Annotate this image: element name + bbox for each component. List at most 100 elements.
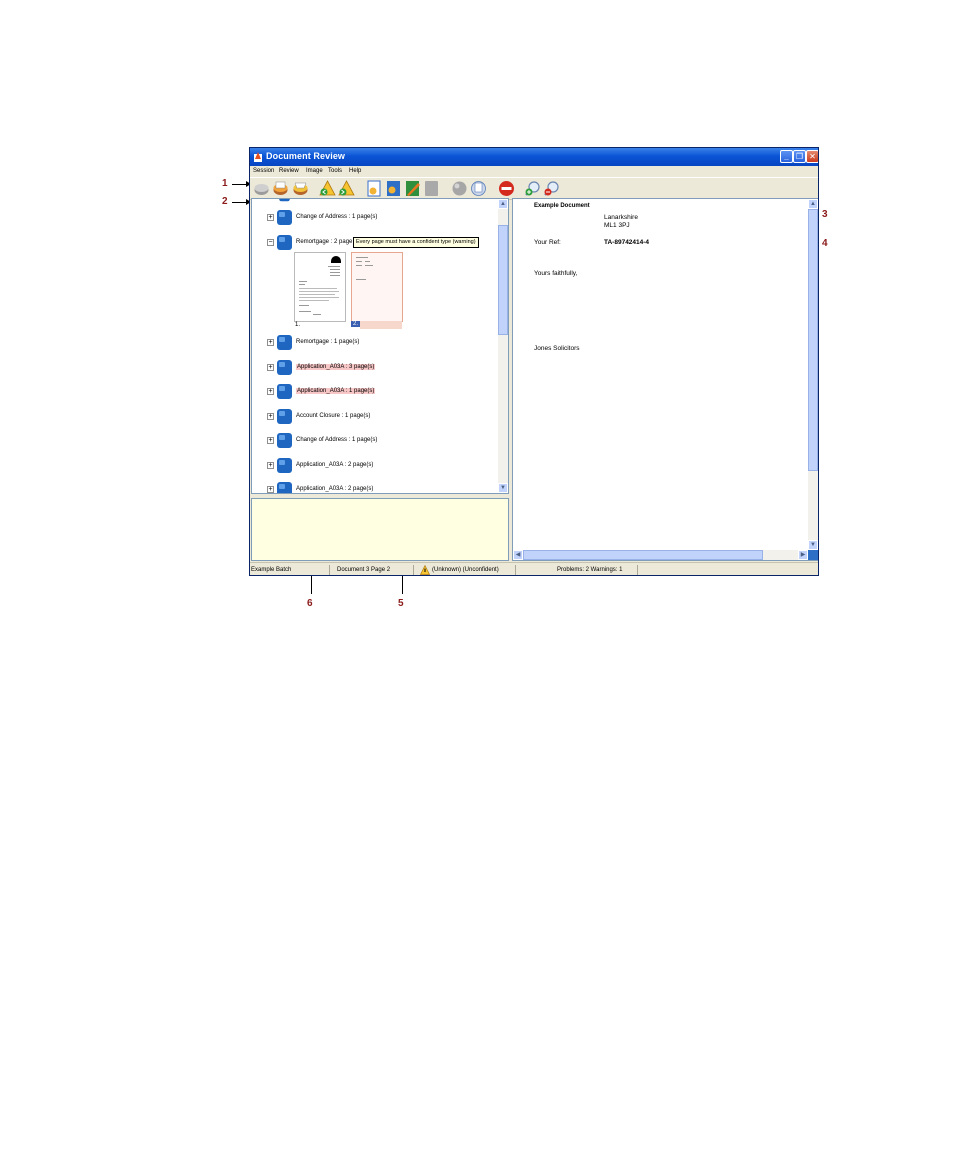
status-problem-summary: Problems: 2 Warnings: 1 (557, 567, 623, 573)
tree-node-label: Remortgage : 1 page(s) (296, 339, 360, 345)
expand-icon[interactable]: + (267, 339, 274, 346)
callout-5: 5 (398, 598, 404, 609)
page-thumbnail-1[interactable] (294, 252, 346, 322)
expand-icon[interactable]: + (267, 214, 274, 221)
callout-6: 6 (307, 598, 313, 609)
expand-icon[interactable]: + (267, 462, 274, 469)
status-separator (413, 565, 414, 575)
status-batch-name: Example Batch (251, 567, 292, 573)
menu-tools[interactable]: Tools (328, 168, 342, 174)
next-problem-icon[interactable] (338, 180, 355, 197)
reject-icon[interactable] (498, 180, 515, 197)
status-separator (329, 565, 330, 575)
edit-document-icon[interactable] (404, 180, 421, 197)
open-batch-icon[interactable] (253, 180, 270, 197)
scrollbar-thumb[interactable] (523, 550, 763, 560)
expand-icon[interactable]: + (267, 364, 274, 371)
scroll-corner (808, 550, 818, 560)
merge-icon[interactable] (423, 180, 440, 197)
closing-text: Yours faithfully, (534, 270, 578, 277)
tree-node-problem[interactable]: + Application_A03A : 3 page(s) (252, 359, 492, 377)
tree-node[interactable]: + Application_A03A : 2 page(s) (252, 457, 492, 475)
callout-3: 3 (822, 209, 828, 220)
thumbnail-caption-selected: 2. (351, 321, 361, 327)
reference-label: Your Ref: (534, 239, 561, 246)
scroll-right-button[interactable]: ▶ (798, 550, 808, 560)
viewer-vertical-scrollbar[interactable]: ▲ ▼ (808, 199, 818, 550)
document-icon (277, 433, 292, 448)
callout-1: 1 (222, 178, 228, 189)
document-icon (277, 458, 292, 473)
document-heading: Example Document (534, 203, 590, 209)
expand-icon[interactable]: + (267, 486, 274, 493)
tree-vertical-scrollbar[interactable]: ▲ ▼ (498, 199, 508, 493)
tree-node[interactable]: + Remortgage : 1 page(s) (252, 334, 492, 352)
toolbar (250, 177, 818, 200)
zoom-in-icon[interactable] (524, 180, 541, 197)
menu-help[interactable]: Help (349, 168, 361, 174)
expand-icon[interactable]: + (267, 388, 274, 395)
tree-node-problem[interactable]: + Application_A03A : 1 page(s) (252, 383, 492, 401)
document-properties-icon[interactable] (366, 180, 383, 197)
save-batch-icon[interactable] (272, 180, 289, 197)
app-icon (254, 152, 262, 162)
tree-node-label: Change of Address : 1 page(s) (296, 437, 378, 443)
thumbnail-caption: 1. (295, 322, 301, 328)
menu-review[interactable]: Review (279, 168, 299, 174)
tree-node[interactable]: + Account Closure : 1 page(s) (252, 408, 492, 426)
signature-text: Jones Solicitors (534, 345, 580, 352)
problems-notes-pane[interactable] (251, 498, 509, 561)
scrollbar-thumb[interactable] (808, 209, 818, 471)
selection-highlight (360, 321, 402, 329)
scroll-left-button[interactable]: ◀ (513, 550, 523, 560)
document-image-viewer[interactable]: Example Document Lanarkshire ML1 3PJ You… (512, 198, 818, 561)
expand-icon[interactable]: + (267, 437, 274, 444)
collapse-icon[interactable]: − (267, 239, 274, 246)
close-button[interactable]: ✕ (806, 150, 818, 163)
scrollbar-thumb[interactable] (498, 225, 508, 335)
document-icon (277, 482, 292, 493)
document-icon (277, 384, 292, 399)
tree-node-label: Application_A03A : 2 page(s) (296, 486, 374, 492)
reference-value: TA-89742414-4 (604, 239, 650, 246)
minimize-button[interactable]: _ (780, 150, 793, 163)
menu-image[interactable]: Image (306, 168, 323, 174)
address-line: Lanarkshire (604, 214, 638, 221)
validation-tooltip: Every page must have a confident type (w… (353, 237, 479, 248)
document-icon (277, 335, 292, 350)
status-separator (515, 565, 516, 575)
scroll-down-button[interactable]: ▼ (498, 483, 508, 493)
document-review-window: Document Review _ ❐ ✕ Session Review Ima… (249, 147, 819, 576)
tree-node-label: Account Closure : 1 page(s) (296, 413, 371, 419)
menu-session[interactable]: Session (253, 168, 274, 174)
zoom-out-icon[interactable] (543, 180, 560, 197)
reclassify-icon[interactable] (385, 180, 402, 197)
status-bar: Example Batch Document 3 Page 2 (Unknown… (250, 562, 818, 575)
document-icon (277, 235, 292, 250)
document-tree-pane[interactable]: + Change of Address : 1 page(s) − Remort… (251, 198, 509, 494)
tree-node-label: Application_A03A : 2 page(s) (296, 462, 374, 468)
previous-problem-icon[interactable] (319, 180, 336, 197)
tree-node[interactable]: + Application_A03A : 2 page(s) (252, 481, 492, 493)
scroll-up-button[interactable]: ▲ (498, 199, 508, 209)
restore-button[interactable]: ❐ (793, 150, 806, 163)
address-line: ML1 3PJ (604, 222, 630, 229)
tree-node[interactable]: + Change of Address : 1 page(s) (252, 209, 492, 227)
window-title: Document Review (266, 151, 346, 161)
tree-node-label: Remortgage : 2 page (296, 239, 353, 245)
callout-2: 2 (222, 196, 228, 207)
expand-icon[interactable]: + (267, 413, 274, 420)
menu-bar: Session Review Image Tools Help (250, 166, 818, 177)
document-icon (279, 199, 290, 202)
status-separator (637, 565, 638, 575)
close-batch-icon[interactable] (292, 180, 309, 197)
page-thumbnail-2-selected[interactable] (351, 252, 403, 322)
scroll-down-button[interactable]: ▼ (808, 540, 818, 550)
scroll-up-button[interactable]: ▲ (808, 199, 818, 209)
viewer-horizontal-scrollbar[interactable]: ◀ ▶ (513, 550, 808, 560)
document-icon (277, 360, 292, 375)
tree-node[interactable]: + Change of Address : 1 page(s) (252, 432, 492, 450)
title-bar[interactable]: Document Review _ ❐ ✕ (250, 148, 818, 166)
split-icon[interactable] (451, 180, 468, 197)
copy-icon[interactable] (470, 180, 487, 197)
